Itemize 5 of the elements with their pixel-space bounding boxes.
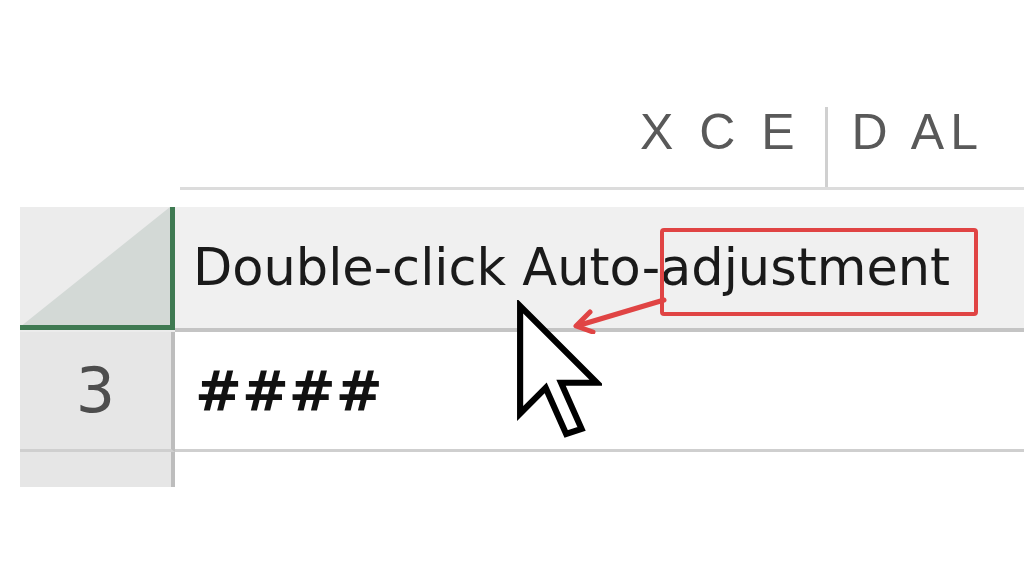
select-all-corner[interactable] — [20, 207, 175, 332]
app-title: X C E — [640, 103, 801, 162]
pointer-cursor-icon — [515, 300, 602, 440]
row-header[interactable]: 3 — [20, 332, 175, 452]
app-title: D AL — [851, 103, 984, 162]
